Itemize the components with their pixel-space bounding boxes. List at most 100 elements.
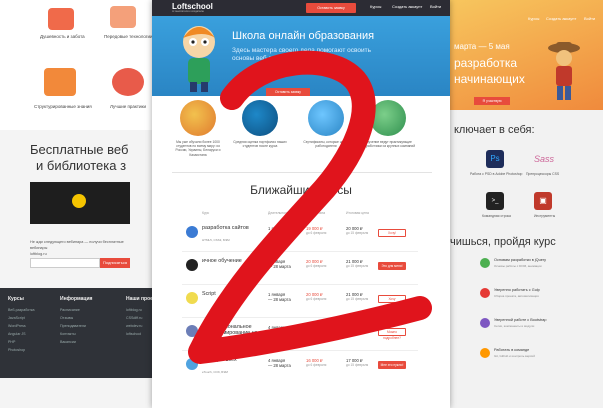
subscribe-button[interactable]: Подписаться <box>100 258 130 268</box>
footer-link[interactable]: loftblog.ru <box>126 308 142 312</box>
course-signup-button[interactable]: Это для меня! <box>378 262 406 270</box>
course-signup-button[interactable]: Хочу! <box>378 229 406 237</box>
footer-col-title: Информация <box>60 296 93 302</box>
webinars-heading: Бесплатные веб <box>30 142 129 157</box>
nav-link[interactable]: Создать аккаунт <box>546 16 576 21</box>
features-section: Мы уже обучили более 1000 студентов по в… <box>152 96 450 168</box>
nav-link[interactable]: Курсы <box>528 16 539 21</box>
end-date: — 28 марта <box>268 330 291 335</box>
row-divider <box>182 251 418 252</box>
footer-link[interactable]: webdev.ru <box>126 324 142 328</box>
course-price: 21 000 ₽ до 15 февраля <box>346 292 368 302</box>
course-signup-button[interactable]: Мне это нужно! <box>378 361 406 369</box>
hero-title: разработка <box>454 56 518 70</box>
tile-caption: Работа с PSD в Adobe Photoshop <box>470 172 523 176</box>
request-button[interactable]: Оставить заявку <box>306 3 356 13</box>
footer-link[interactable]: Вакансии <box>60 340 76 344</box>
course-signup-button[interactable]: Можно подробнее? <box>378 328 406 340</box>
course-prepay: 20 000 ₽ до 6 февраля <box>306 292 326 302</box>
feature-text: Сертификаты, которые ценят работодатели <box>303 140 349 149</box>
course-name[interactable]: ичное обучение <box>202 258 266 264</box>
course-price: 20 000 ₽ до 15 февраля <box>346 226 368 236</box>
footer-link[interactable]: Контакты <box>60 332 76 336</box>
signup-text: вебинары <box>30 246 48 250</box>
footer-link[interactable]: Angular JS <box>8 332 26 336</box>
gulp-icon <box>480 288 490 298</box>
footer-link[interactable]: Отзывы <box>60 316 73 320</box>
terminal-icon: >_ <box>486 192 504 210</box>
learn-item-title: Уверенной работе с Bootstrap <box>494 318 547 322</box>
course-meta: Laravel, MySQL, Kohana <box>202 337 236 341</box>
footer-link[interactable]: PHP <box>8 340 15 344</box>
course-meta: eTouch, СОЗ, БЭМ <box>202 370 228 374</box>
end-date: — 28 марта <box>268 264 291 269</box>
hero-request-button[interactable]: Оставить заявку <box>266 88 310 96</box>
participate-button[interactable]: Я участвую <box>474 97 510 105</box>
right-page-preview: Курсы Создать аккаунт Войти марта — 5 ма… <box>448 0 603 408</box>
price-deadline: до 15 февраля <box>346 264 369 268</box>
tile-label: Лучшие практики <box>110 104 146 109</box>
course-price: 18 000 ₽ до 15 февраля <box>346 325 368 335</box>
course-meta: HTML5, CSS3, БЭМ <box>202 238 230 242</box>
footer-link[interactable]: Преподаватели <box>60 324 86 328</box>
footer-link[interactable]: Веб-разработка <box>8 308 35 312</box>
table-header-prepay: Предоплата <box>306 211 326 215</box>
tile-caption: Инструменты <box>534 214 556 218</box>
course-prepay: 17 000 ₽ до 6 февраля <box>306 325 326 335</box>
top-nav: Loftschool от мыслителя к создателю Оста… <box>152 0 450 16</box>
price-deadline: до 15 февраля <box>346 297 369 301</box>
left-benefits-section: Душевность и забота Передовые технологии… <box>0 0 160 130</box>
video-player[interactable] <box>30 182 130 224</box>
footer-link[interactable]: WordPress <box>8 324 26 328</box>
hero-title: начинающих <box>454 72 525 86</box>
logo-tagline: от мыслителя к создателю <box>172 10 204 13</box>
signup-text: loftblog.ru <box>30 252 47 256</box>
course-logo-icon <box>186 259 198 271</box>
learn-heading: чишься, пройдя курс <box>450 236 556 248</box>
course-name[interactable]: Script <box>202 291 266 297</box>
prepay-deadline: до 6 февраля <box>306 264 327 268</box>
course-name[interactable]: SEO для всех <box>202 357 266 363</box>
footer-link[interactable]: Расписание <box>60 308 80 312</box>
section-divider <box>172 172 432 173</box>
course-start: 1 января — 28 марта <box>268 292 291 302</box>
course-name[interactable]: разработка сайтов <box>202 225 266 231</box>
tile-label: Структурированные знания <box>34 104 92 109</box>
tile-label: Душевность и забота <box>40 34 85 39</box>
course-logo-icon <box>186 358 198 370</box>
nav-link[interactable]: Войти <box>584 16 595 21</box>
students-globe-icon <box>180 100 216 136</box>
footer-link[interactable]: Photoshop <box>8 348 25 352</box>
center-page: Loftschool от мыслителя к создателю Оста… <box>152 0 450 408</box>
table-row: ичное обучение 1 января — 28 марта 20 000 … <box>152 253 450 283</box>
hero-title: Школа онлайн образования <box>232 30 375 42</box>
email-field[interactable] <box>30 258 100 268</box>
footer-link[interactable]: loftschool <box>126 332 141 336</box>
course-signup-button[interactable]: Хочу <box>378 295 406 303</box>
nav-courses-link[interactable]: Курсы <box>370 4 381 9</box>
toolbox-icon: ▣ <box>534 192 552 210</box>
play-icon[interactable] <box>72 194 86 208</box>
course-prepay: 19 000 ₽ до 6 февраля <box>306 226 326 236</box>
learn-item-sub: Сетки, компоненты и модули <box>494 324 535 328</box>
sass-icon: Sass <box>534 154 555 164</box>
puzzle-icon <box>44 68 76 96</box>
footer-link[interactable]: CSSdiff.ru <box>126 316 142 320</box>
create-account-link[interactable]: Создать аккаунт <box>392 4 422 9</box>
course-dates: марта — 5 мая <box>454 42 510 51</box>
row-divider <box>182 350 418 351</box>
price-deadline: до 15 февраля <box>346 231 369 235</box>
table-header-course: Курс <box>202 211 210 215</box>
feature-text: Мы уже обучили более 1000 студентов по в… <box>175 140 221 157</box>
table-row: Script 1 января — 28 марта 20 000 ₽ до 6 фев… <box>152 286 450 316</box>
footer-link[interactable]: JavaScript <box>8 316 25 320</box>
end-date: — 28 марта <box>268 297 291 302</box>
feature-text: Средняя оценка портфолио наших студентов… <box>233 140 287 149</box>
table-header-duration: Длительность <box>268 211 290 215</box>
login-link[interactable]: Войти <box>430 4 441 9</box>
jquery-icon <box>480 258 490 268</box>
end-date: — 28 марта <box>268 231 291 236</box>
left-footer: Курсы Информация Наши проек Веб-разработ… <box>0 288 160 378</box>
course-price: 17 000 ₽ до 15 февраля <box>346 358 368 368</box>
course-logo-icon <box>186 226 198 238</box>
